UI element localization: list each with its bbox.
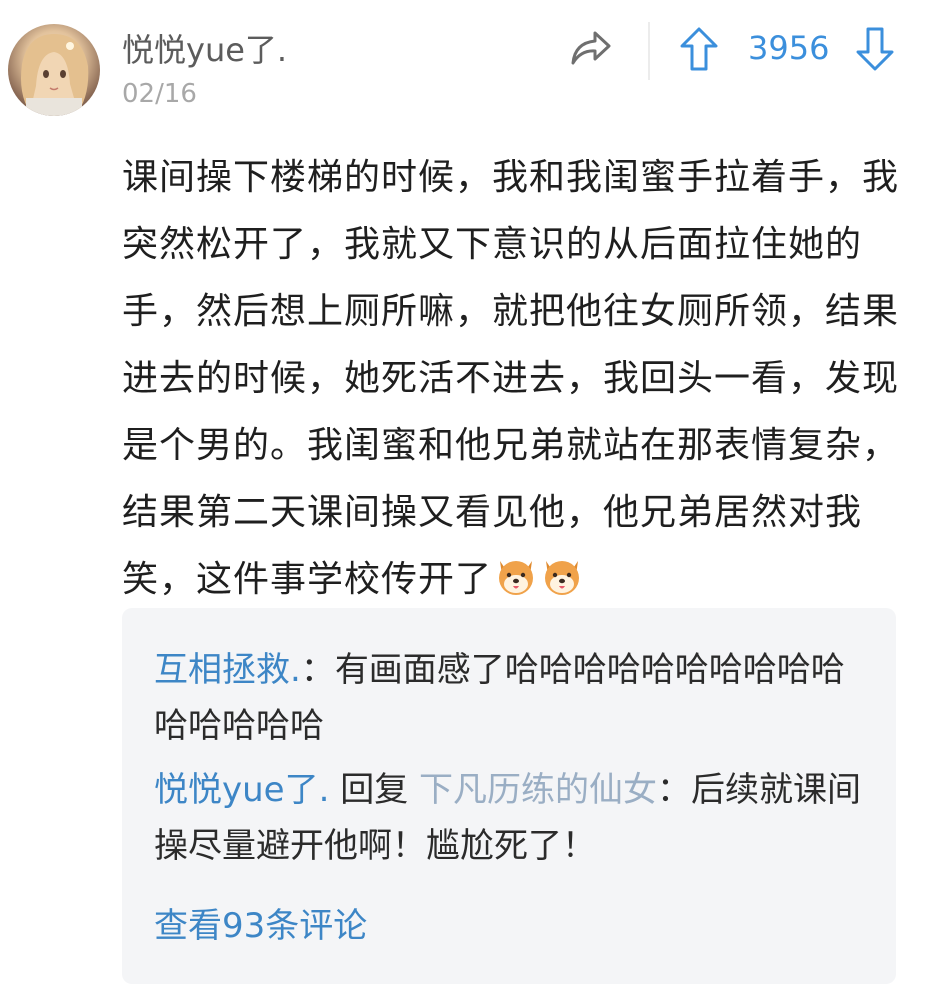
- post-header: 悦悦yue了. 02/16 3956: [0, 0, 941, 130]
- avatar[interactable]: [8, 24, 100, 116]
- upvote-icon: [680, 27, 718, 71]
- vote-count: 3956: [748, 29, 830, 67]
- upvote-button[interactable]: [676, 24, 722, 74]
- post-date: 02/16: [122, 79, 197, 109]
- comments-panel: 互相拯救.：有画面感了哈哈哈哈哈哈哈哈哈哈哈哈哈哈哈 悦悦yue了. 回复 下凡…: [122, 608, 896, 984]
- dog-face-emoji: [494, 553, 538, 597]
- action-divider: [648, 22, 650, 80]
- share-button[interactable]: [566, 26, 616, 72]
- avatar-image: [21, 34, 89, 116]
- post-author-name[interactable]: 悦悦yue了.: [122, 30, 287, 70]
- share-icon: [571, 31, 611, 65]
- comment-separator: ：: [300, 650, 335, 690]
- reply-word: 回复: [329, 770, 420, 810]
- comment-item: 悦悦yue了. 回复 下凡历练的仙女：后续就课间操尽量避开他啊！尴尬死了！: [154, 762, 866, 874]
- dog-face-emoji: [540, 553, 584, 597]
- comment-separator: ：: [657, 770, 692, 810]
- reply-target[interactable]: 下凡历练的仙女: [419, 770, 657, 810]
- comment-item: 互相拯救.：有画面感了哈哈哈哈哈哈哈哈哈哈哈哈哈哈哈: [154, 642, 866, 754]
- downvote-icon: [856, 27, 894, 71]
- post-body-text: 课间操下楼梯的时候，我和我闺蜜手拉着手，我突然松开了，我就又下意识的从后面拉住她…: [122, 157, 900, 600]
- post-body: 课间操下楼梯的时候，我和我闺蜜手拉着手，我突然松开了，我就又下意识的从后面拉住她…: [122, 144, 902, 613]
- downvote-button[interactable]: [852, 24, 898, 74]
- view-all-comments-link[interactable]: 查看93条评论: [154, 904, 367, 948]
- comment-author[interactable]: 互相拯救.: [154, 650, 301, 690]
- comment-author[interactable]: 悦悦yue了.: [154, 770, 329, 810]
